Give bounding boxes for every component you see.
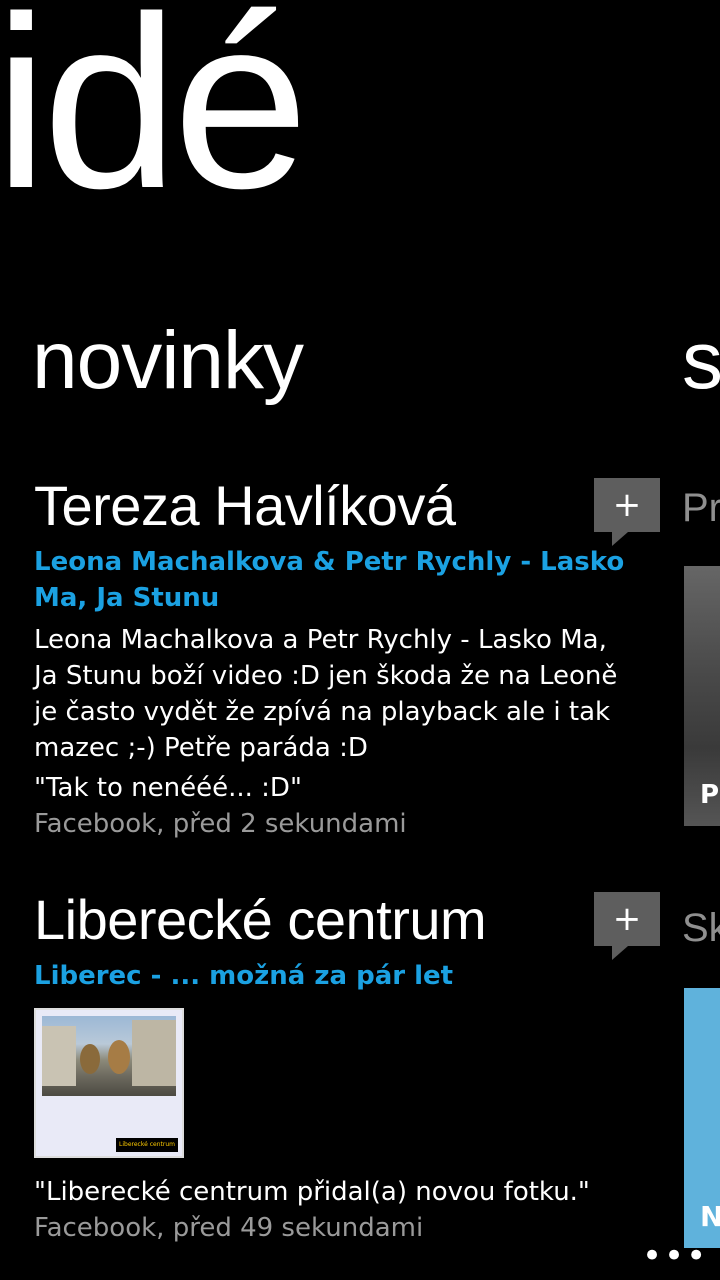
photo-logo: Liberecké centrum xyxy=(116,1138,178,1152)
photo-building xyxy=(42,1026,76,1086)
next-panel-image-text: N xyxy=(700,1200,720,1233)
link-title[interactable]: Leona Machalkova & Petr Rychly - Lasko M… xyxy=(34,544,644,616)
next-panel-label: Sk xyxy=(682,906,720,950)
photo-tree xyxy=(80,1044,100,1074)
next-panel-image-text: Pr xyxy=(700,780,720,810)
post-photo-thumbnail[interactable]: Liberecké centrum xyxy=(34,1008,184,1158)
next-panel-label: Pr xyxy=(682,486,720,530)
feed-item[interactable]: Liberecké centrum + Liberec - ... možná … xyxy=(34,888,660,1246)
post-body: Leona Machalkova a Petr Rychly - Lasko M… xyxy=(34,625,618,763)
add-comment-icon: + xyxy=(612,899,642,939)
post-meta: Facebook, před 49 sekundami xyxy=(34,1213,424,1243)
link-title[interactable]: Liberec - ... možná za pár let xyxy=(34,958,644,994)
post-meta: Facebook, před 2 sekundami xyxy=(34,809,407,839)
poster-name[interactable]: Liberecké centrum xyxy=(34,888,654,952)
feed-item[interactable]: Tereza Havlíková + Leona Machalkova & Pe… xyxy=(34,474,660,842)
post-quote: "Liberecké centrum přidal(a) novou fotku… xyxy=(34,1177,590,1207)
comment-button[interactable]: + xyxy=(594,478,660,546)
photo-tree xyxy=(108,1040,130,1074)
section-title-novinky[interactable]: novinky xyxy=(32,320,304,402)
section-title-next-peek[interactable]: s xyxy=(682,320,720,402)
photo-building xyxy=(132,1020,176,1086)
poster-name[interactable]: Tereza Havlíková xyxy=(34,474,654,538)
comment-button[interactable]: + xyxy=(594,892,660,960)
add-comment-icon: + xyxy=(612,485,642,525)
post-quote: "Tak to nenééé... :D" xyxy=(34,773,302,803)
appbar-more-icon[interactable]: ••• xyxy=(642,1236,706,1276)
hub-title: idé xyxy=(0,0,309,239)
